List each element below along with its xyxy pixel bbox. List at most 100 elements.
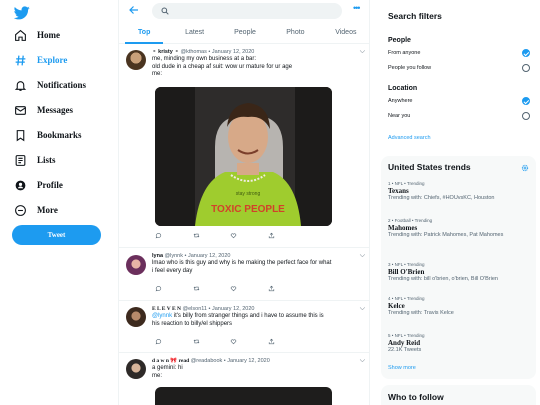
trend-item[interactable]: 2 • Football • Trending Mahomes Trending… <box>388 218 528 239</box>
chevron-down-icon[interactable]: ⌵ <box>360 48 365 56</box>
reply-icon[interactable] <box>155 338 162 345</box>
nav-label-more: More <box>37 205 58 215</box>
radio-anywhere[interactable] <box>522 97 530 105</box>
tweet[interactable]: ⚬ kristy ⚬ @kthomas • January 12, 2020 m… <box>119 44 369 248</box>
tweet-text-line: old dude in a cheap af suit: wow ur matu… <box>152 63 293 70</box>
nav-item-more[interactable]: More <box>14 200 58 220</box>
chevron-down-icon[interactable]: ⌵ <box>360 305 365 313</box>
who-to-follow-card: Who to follow <box>381 385 536 405</box>
tweet-mention[interactable]: @lynnk <box>152 313 172 319</box>
list-icon <box>15 154 26 166</box>
nav-item-notifications[interactable]: Notifications <box>14 75 86 95</box>
advanced-search-link[interactable]: Advanced search <box>388 135 431 141</box>
nav-item-home[interactable]: Home <box>14 25 60 45</box>
tweet-author-name[interactable]: lyna <box>152 253 163 259</box>
tab-videos[interactable]: Videos <box>321 22 369 43</box>
tweet[interactable]: d a w n 🎀 read @readabook • January 12, … <box>119 353 369 405</box>
trend-context: 22.1K Tweets <box>388 347 422 353</box>
trends-card: United States trends 1 • NFL • Trending … <box>381 156 536 379</box>
trend-item[interactable]: 1 • NFL • Trending Texans Trending with:… <box>388 181 528 202</box>
tweet-media-image[interactable] <box>155 387 332 405</box>
chevron-down-icon[interactable]: ⌵ <box>360 252 365 260</box>
tweet-handle[interactable]: @elson11 <box>183 306 207 312</box>
radio-people-you-follow[interactable] <box>522 64 530 72</box>
avatar[interactable] <box>126 307 146 327</box>
avatar[interactable] <box>126 50 146 70</box>
tweet-body: lyna @lynnk • January 12, 2020 lmao who … <box>152 252 357 275</box>
tweet-author-name[interactable]: E L E V E N <box>152 306 181 312</box>
tab-latest[interactable]: Latest <box>169 22 219 43</box>
filter-option-anywhere[interactable]: Anywhere <box>388 98 412 104</box>
tweet-media-gif[interactable]: stay strong TOXIC PEOPLE <box>155 87 332 226</box>
nav-item-profile[interactable]: Profile <box>14 175 63 195</box>
left-navigation: Home Explore Notifications Messages Book… <box>0 0 118 405</box>
tweet[interactable]: lyna @lynnk • January 12, 2020 lmao who … <box>119 248 369 301</box>
separator-dot: • <box>184 253 187 259</box>
avatar[interactable] <box>126 255 146 275</box>
tab-photo[interactable]: Photo <box>270 22 320 43</box>
tweet-author-name[interactable]: ⚬ kristy ⚬ <box>152 49 179 55</box>
retweet-icon[interactable] <box>193 285 200 292</box>
trend-item[interactable]: 3 • NFL • Trending Bill O'Brien Trending… <box>388 262 528 283</box>
nav-item-lists[interactable]: Lists <box>14 150 56 170</box>
like-icon[interactable] <box>230 338 237 345</box>
trend-item[interactable]: 5 • NFL • Trending Andy Reid 22.1K Tweet… <box>388 333 528 354</box>
search-input[interactable] <box>152 3 342 19</box>
nav-label-lists: Lists <box>37 155 56 165</box>
retweet-icon[interactable] <box>193 338 200 345</box>
gear-icon[interactable] <box>521 164 529 172</box>
reply-icon[interactable] <box>155 285 162 292</box>
tab-people[interactable]: People <box>220 22 270 43</box>
trend-context: Trending with: Patrick Mahomes, Pat Maho… <box>388 232 504 238</box>
chevron-down-icon[interactable]: ⌵ <box>360 357 365 365</box>
trend-context: Trending with: Chiefs, #HOUvsKC, Houston <box>388 195 495 201</box>
like-icon[interactable] <box>230 285 237 292</box>
gif-image: stay strong TOXIC PEOPLE <box>155 87 332 226</box>
search-filters-card: Search filters People From anyone People… <box>381 4 536 150</box>
tweet-text-line: me, minding my own business at a bar: <box>152 56 257 62</box>
tweet-text-line: a gemini: hi <box>152 365 183 371</box>
nav-label-notifications: Notifications <box>37 80 86 90</box>
tweet-date[interactable]: January 12, 2020 <box>188 253 231 259</box>
share-icon[interactable] <box>268 285 275 292</box>
reply-icon[interactable] <box>155 232 162 239</box>
trend-name: Bill O'Brien <box>388 268 425 276</box>
tweet-button[interactable]: Tweet <box>12 225 101 245</box>
tweet-body: d a w n 🎀 read @readabook • January 12, … <box>152 357 357 380</box>
show-more-link[interactable]: Show more <box>388 365 416 371</box>
radio-from-anyone[interactable] <box>522 49 530 57</box>
tweet-date[interactable]: January 12, 2020 <box>212 49 255 55</box>
tweet[interactable]: E L E V E N @elson11 • January 12, 2020 … <box>119 301 369 353</box>
share-icon[interactable] <box>268 232 275 239</box>
nav-item-bookmarks[interactable]: Bookmarks <box>14 125 82 145</box>
nav-label-messages: Messages <box>37 105 73 115</box>
tab-top[interactable]: Top <box>119 22 169 44</box>
trend-context: Trending with: Travis Kelce <box>388 310 454 316</box>
twitter-bird-icon[interactable] <box>14 6 30 20</box>
tweet-date[interactable]: January 12, 2020 <box>227 358 270 364</box>
tweet-text: @lynnk it's billy from stranger things a… <box>152 313 357 328</box>
tweet-header: d a w n 🎀 read @readabook • January 12, … <box>152 357 357 365</box>
filter-option-near-you[interactable]: Near you <box>388 113 410 119</box>
back-arrow-icon[interactable] <box>128 4 140 16</box>
like-icon[interactable] <box>230 232 237 239</box>
separator-dot: • <box>208 306 211 312</box>
filter-option-from-anyone[interactable]: From anyone <box>388 50 420 56</box>
trend-item[interactable]: 4 • NFL • Trending Kelce Trending with: … <box>388 296 528 317</box>
tweet-actions <box>155 338 275 346</box>
tweet-body: E L E V E N @elson11 • January 12, 2020 … <box>152 305 357 328</box>
tweet-date[interactable]: January 12, 2020 <box>212 306 255 312</box>
nav-item-explore[interactable]: Explore <box>14 50 67 70</box>
radio-near-you[interactable] <box>522 112 530 120</box>
filter-option-people-you-follow[interactable]: People you follow <box>388 65 431 71</box>
nav-item-messages[interactable]: Messages <box>14 100 73 120</box>
tweet-text: lmao who is this guy and why is he makin… <box>152 260 357 275</box>
share-icon[interactable] <box>268 338 275 345</box>
retweet-icon[interactable] <box>193 232 200 239</box>
tweet-author-name[interactable]: d a w n 🎀 read <box>152 358 189 364</box>
tweet-handle[interactable]: @readabook <box>191 358 223 364</box>
avatar[interactable] <box>126 359 146 379</box>
more-options-button[interactable]: ••• <box>353 3 361 13</box>
tweet-handle[interactable]: @lynnk <box>165 253 183 259</box>
tweet-handle[interactable]: @kthomas <box>180 49 206 55</box>
